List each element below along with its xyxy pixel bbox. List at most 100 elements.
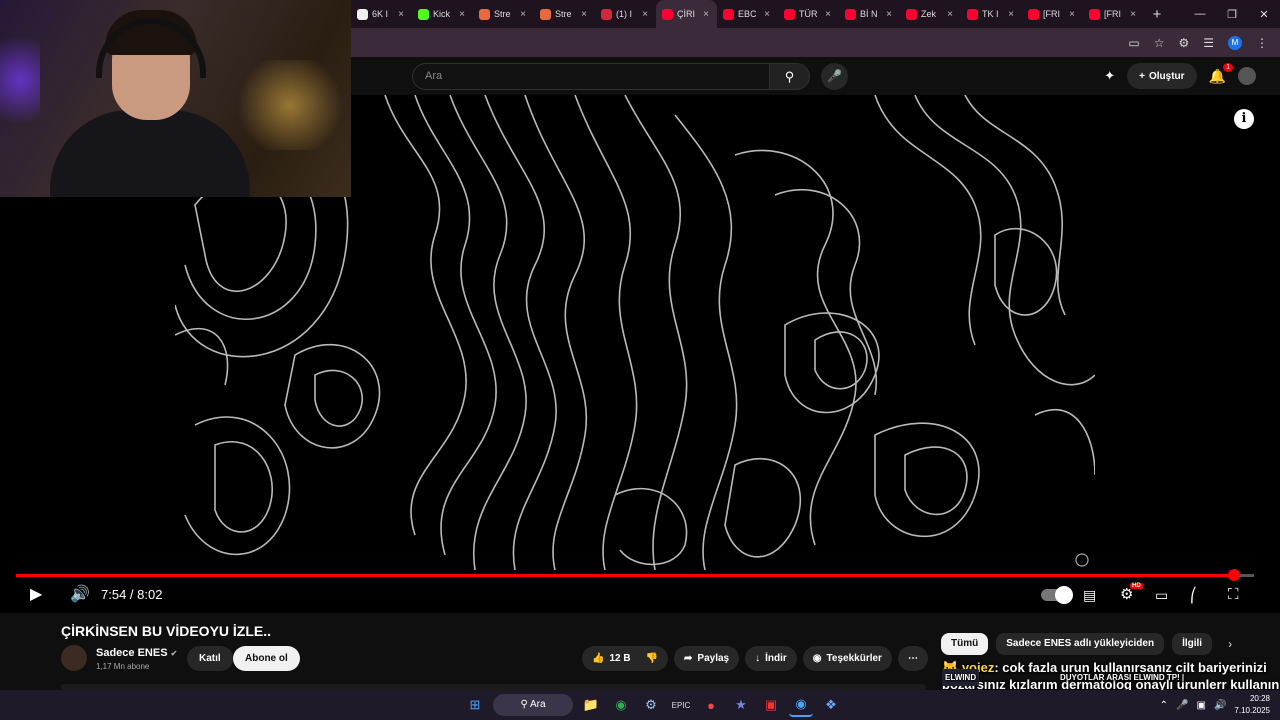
time-display: 7:54 / 8:02 bbox=[101, 587, 163, 602]
search-input[interactable]: Ara bbox=[412, 63, 770, 90]
taskbar-search[interactable]: ⚲ Ara bbox=[493, 694, 573, 716]
voice-search-button[interactable]: 🎤 bbox=[821, 63, 848, 90]
account-avatar[interactable] bbox=[1238, 67, 1256, 85]
browser-tab[interactable]: [FRI × bbox=[1083, 0, 1144, 28]
browser-tab[interactable]: Bİ N × bbox=[839, 0, 900, 28]
tab-title: Bİ N bbox=[860, 9, 878, 19]
progress-scrubber[interactable] bbox=[1228, 569, 1241, 581]
chrome-active-icon[interactable]: ◉ bbox=[789, 693, 813, 717]
download-button[interactable]: ↓ İndir bbox=[745, 646, 797, 671]
youtube-masthead: Ara ⚲ 🎤 ✦ + Oluştur 🔔 1 bbox=[351, 57, 1280, 95]
channel-avatar[interactable] bbox=[61, 645, 87, 671]
fullscreen-icon[interactable]: ⛶ bbox=[1228, 583, 1239, 607]
share-button[interactable]: ➦ Paylaş bbox=[674, 646, 740, 671]
close-window-icon[interactable]: ✕ bbox=[1248, 8, 1280, 21]
info-icon[interactable]: i bbox=[1234, 109, 1254, 129]
browser-tab[interactable]: [FRI × bbox=[1022, 0, 1083, 28]
media-controls-icon[interactable]: ☰ bbox=[1203, 36, 1214, 50]
network-icon[interactable]: ▣ bbox=[1197, 700, 1206, 711]
browser-tab[interactable]: Zek × bbox=[900, 0, 961, 28]
new-tab-button[interactable]: + bbox=[1144, 6, 1170, 23]
channel-name[interactable]: Sadece ENES ✔ bbox=[96, 647, 177, 659]
super-thanks-icon: ◉ bbox=[812, 653, 822, 664]
tab-close-icon[interactable]: × bbox=[459, 9, 465, 20]
tab-close-icon[interactable]: × bbox=[947, 9, 953, 20]
thumbs-down-icon[interactable]: 👎 bbox=[646, 646, 658, 671]
browser-tab[interactable]: EBC × bbox=[717, 0, 778, 28]
tab-favicon-icon bbox=[418, 8, 429, 20]
screen: { "browser": { "tabs": [ {"label": "6K I… bbox=[0, 0, 1280, 720]
share-icon: ➦ bbox=[684, 653, 693, 664]
extensions-icon[interactable]: ⚙ bbox=[1178, 36, 1189, 50]
tab-close-icon[interactable]: × bbox=[886, 9, 892, 20]
discord-icon[interactable]: ★ bbox=[729, 693, 753, 717]
play-icon[interactable]: ▶ bbox=[30, 583, 42, 607]
tab-close-icon[interactable]: × bbox=[1069, 9, 1075, 20]
more-actions-button[interactable]: ⋯ bbox=[897, 646, 928, 671]
tab-close-icon[interactable]: × bbox=[1130, 9, 1136, 20]
chip-from-uploader[interactable]: Sadece ENES adlı yükleyiciden bbox=[996, 633, 1165, 655]
chrome-icon[interactable]: ◉ bbox=[609, 693, 633, 717]
browser-tab[interactable]: Stre × bbox=[473, 0, 534, 28]
subtitles-icon[interactable]: ▤ bbox=[1083, 583, 1096, 607]
tab-close-icon[interactable]: × bbox=[581, 9, 587, 20]
start-menu-icon[interactable]: ⊞ bbox=[463, 693, 487, 717]
tab-close-icon[interactable]: × bbox=[398, 9, 404, 20]
tab-favicon-icon bbox=[662, 8, 673, 20]
chip-all[interactable]: Tümü bbox=[941, 633, 989, 655]
tab-close-icon[interactable]: × bbox=[1008, 9, 1014, 20]
tab-close-icon[interactable]: × bbox=[520, 9, 526, 20]
profile-avatar[interactable]: M bbox=[1228, 35, 1242, 50]
install-app-icon[interactable]: ▭ bbox=[1128, 36, 1139, 50]
app-icon-2[interactable]: ❖ bbox=[819, 693, 843, 717]
chevron-up-icon[interactable]: ⌃ bbox=[1160, 700, 1168, 711]
epic-games-icon[interactable]: EPIC bbox=[669, 693, 693, 717]
speaker-icon[interactable]: 🔊 bbox=[1214, 700, 1226, 711]
clock[interactable]: 20:28 7.10.2025 bbox=[1234, 693, 1270, 717]
bookmark-star-icon[interactable]: ☆ bbox=[1154, 36, 1165, 50]
browser-tab[interactable]: (1) I × bbox=[595, 0, 656, 28]
browser-tab[interactable]: TÜR × bbox=[778, 0, 839, 28]
browser-tab[interactable]: 6K I × bbox=[351, 0, 412, 28]
notification-badge: 1 bbox=[1223, 62, 1233, 72]
minimize-icon[interactable]: — bbox=[1184, 8, 1216, 21]
tab-favicon-icon bbox=[601, 8, 612, 20]
browser-tab[interactable]: ÇİRI × bbox=[656, 0, 717, 28]
thanks-button[interactable]: ◉ Teşekkürler bbox=[802, 646, 892, 671]
tab-favicon-icon bbox=[1089, 8, 1100, 20]
browser-menu-icon[interactable]: ⋮ bbox=[1256, 36, 1268, 50]
search-button[interactable]: ⚲ bbox=[770, 63, 810, 90]
file-explorer-icon[interactable]: 📁 bbox=[579, 693, 603, 717]
tab-title: Zek bbox=[921, 9, 937, 19]
tab-close-icon[interactable]: × bbox=[703, 9, 709, 20]
maximize-icon[interactable]: ❐ bbox=[1216, 8, 1248, 21]
progress-bar[interactable] bbox=[16, 569, 1254, 581]
notifications-button[interactable]: 🔔 1 bbox=[1209, 62, 1233, 85]
steam-icon[interactable]: ⚙ bbox=[639, 693, 663, 717]
create-button[interactable]: + Oluştur bbox=[1127, 63, 1197, 89]
browser-tab[interactable]: TK I × bbox=[961, 0, 1022, 28]
volume-icon[interactable]: 🔊 bbox=[70, 583, 90, 607]
tab-close-icon[interactable]: × bbox=[825, 9, 831, 20]
cast-icon[interactable]: ⎛ bbox=[1190, 583, 1197, 607]
subscribe-button[interactable]: Abone ol bbox=[233, 646, 300, 671]
autoplay-toggle[interactable] bbox=[1041, 586, 1073, 604]
chip-related[interactable]: İlgili bbox=[1172, 633, 1213, 655]
tab-title: Stre bbox=[494, 9, 511, 19]
theater-mode-icon[interactable]: ▭ bbox=[1155, 583, 1168, 607]
like-button[interactable]: 👍 12 B 👎 bbox=[582, 646, 669, 671]
browser-tab[interactable]: Kick × bbox=[412, 0, 473, 28]
tab-title: (1) I bbox=[616, 9, 633, 19]
tab-close-icon[interactable]: × bbox=[642, 9, 648, 20]
app-icon[interactable]: ● bbox=[699, 693, 723, 717]
stream-tool-icon[interactable]: ▣ bbox=[759, 693, 783, 717]
tab-close-icon[interactable]: × bbox=[764, 9, 770, 20]
join-button[interactable]: Katıl bbox=[187, 646, 233, 671]
sparkle-icon[interactable]: ✦ bbox=[1104, 68, 1115, 84]
microphone-icon[interactable]: 🎤 bbox=[1176, 700, 1188, 711]
subscriber-count: 1,17 Mn abone bbox=[96, 662, 150, 671]
tab-title: TK I bbox=[982, 9, 999, 19]
chevron-right-icon[interactable]: › bbox=[1228, 637, 1232, 651]
tab-favicon-icon bbox=[906, 8, 917, 20]
browser-tab[interactable]: Stre × bbox=[534, 0, 595, 28]
